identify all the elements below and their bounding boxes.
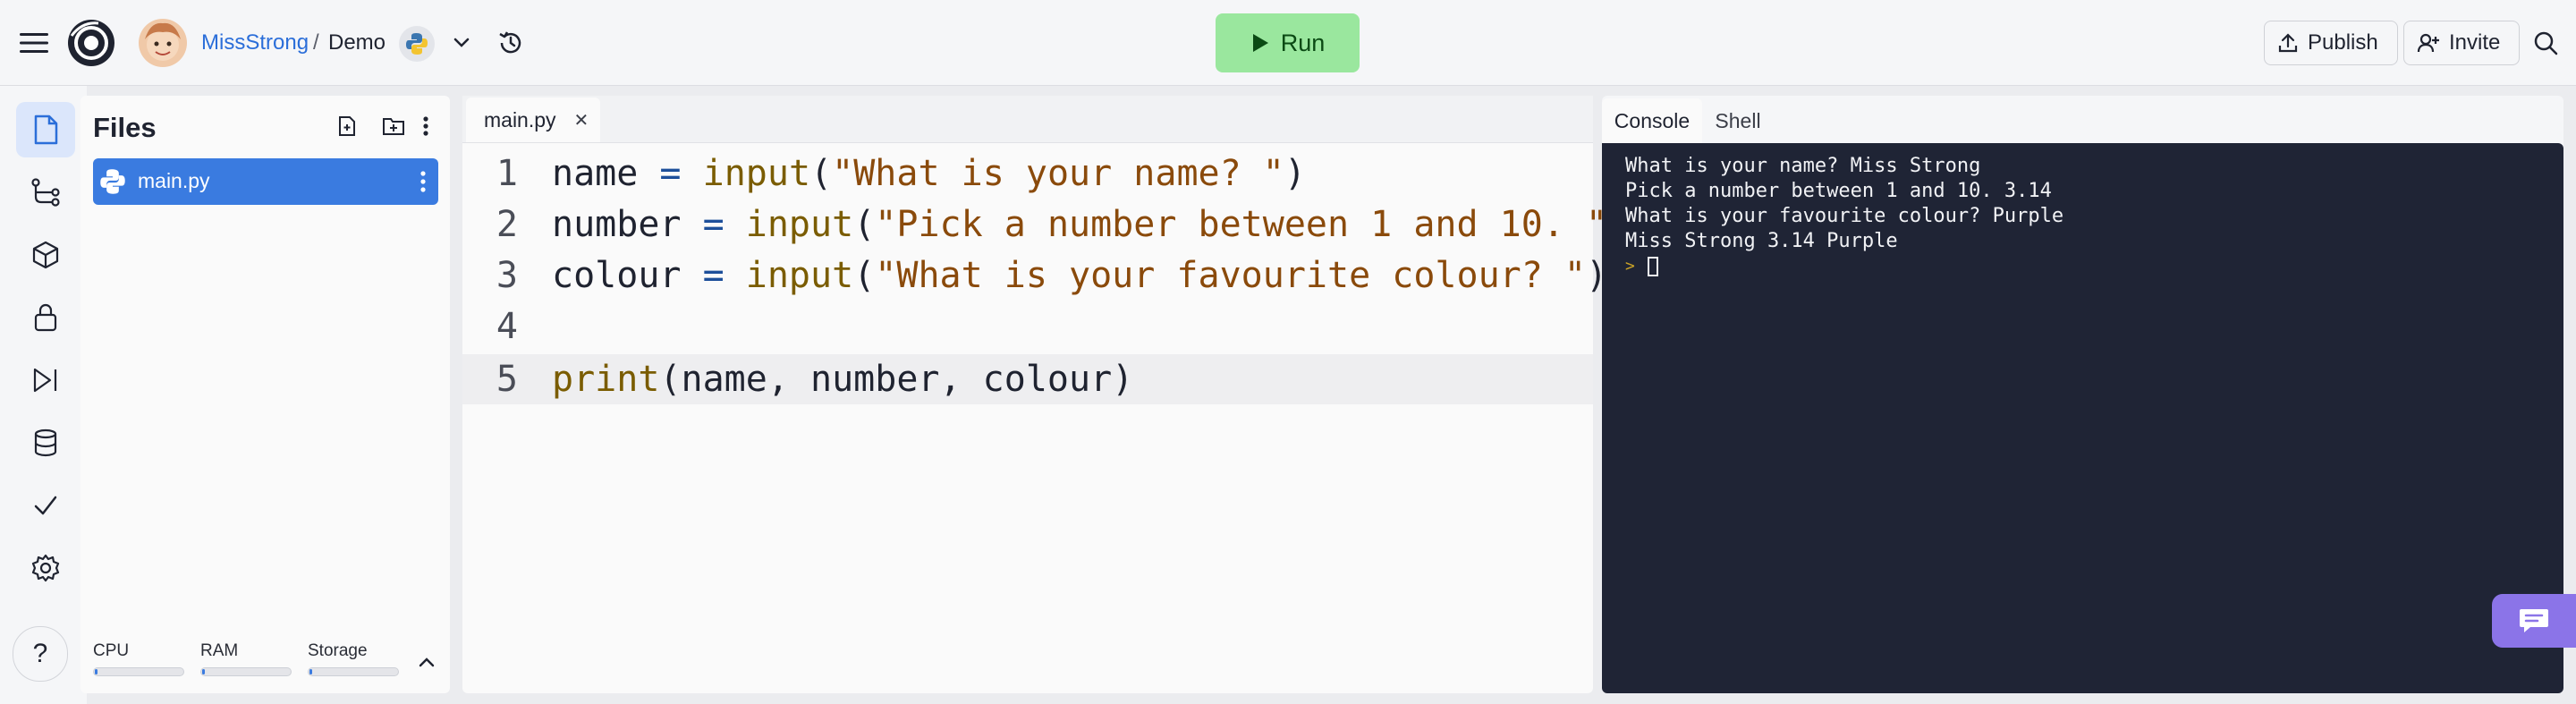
owner-link[interactable]: MissStrong bbox=[201, 30, 309, 56]
line-number: 4 bbox=[496, 306, 518, 347]
publish-button[interactable]: Publish bbox=[2264, 21, 2398, 65]
upload-icon bbox=[2278, 33, 2298, 53]
invite-button[interactable]: Invite bbox=[2403, 21, 2520, 65]
new-file-icon[interactable] bbox=[335, 114, 360, 139]
invite-label: Invite bbox=[2449, 30, 2501, 55]
packages-icon[interactable] bbox=[16, 227, 75, 283]
code-line-3[interactable]: 3 colour = input("What is your favourite… bbox=[462, 250, 1607, 301]
ram-meter bbox=[200, 667, 292, 676]
lock-icon[interactable] bbox=[16, 290, 75, 345]
run-label: Run bbox=[1280, 29, 1326, 56]
cpu-meter bbox=[93, 667, 184, 676]
settings-gear-icon[interactable] bbox=[16, 540, 75, 596]
add-user-icon bbox=[2417, 33, 2439, 53]
replit-logo-icon[interactable] bbox=[66, 18, 116, 68]
play-icon bbox=[1252, 34, 1268, 52]
top-bar: MissStrong / Demo Run Publish Invite bbox=[0, 0, 2576, 86]
run-button[interactable]: Run bbox=[1216, 13, 1360, 72]
editor-panel: main.py ✕ 1 name = input("What is your n… bbox=[462, 96, 1629, 693]
code-line-4[interactable]: 4 bbox=[462, 301, 1593, 352]
publish-label: Publish bbox=[2308, 30, 2378, 55]
file-name: main.py bbox=[138, 169, 210, 192]
breadcrumb-separator: / bbox=[313, 30, 319, 55]
chevron-up-icon[interactable] bbox=[413, 649, 440, 675]
code-line-2[interactable]: 2 number = input("Pick a number between … bbox=[462, 199, 1629, 250]
database-icon[interactable] bbox=[16, 415, 75, 471]
prompt-chevron: > bbox=[1625, 257, 1635, 276]
console-panel: Console Shell What is your name? Miss St… bbox=[1602, 96, 2563, 693]
line-number: 2 bbox=[496, 204, 518, 245]
files-icon[interactable] bbox=[16, 102, 75, 157]
tab-shell[interactable]: Shell bbox=[1702, 98, 1774, 143]
version-control-icon[interactable] bbox=[16, 165, 75, 220]
tab-label: main.py bbox=[484, 107, 556, 131]
console-output[interactable]: What is your name? Miss Strong Pick a nu… bbox=[1602, 143, 2563, 693]
chevron-down-icon[interactable] bbox=[447, 29, 476, 57]
cpu-label: CPU bbox=[93, 641, 130, 660]
file-item-main-py[interactable]: main.py bbox=[93, 158, 438, 205]
code-line-5[interactable]: 5 print(name, number, colour) bbox=[462, 354, 1593, 404]
file-more-icon[interactable] bbox=[420, 170, 426, 193]
ram-label: RAM bbox=[200, 641, 239, 660]
code-line-1[interactable]: 1 name = input("What is your name? ") bbox=[462, 148, 1593, 199]
storage-label: Storage bbox=[308, 641, 368, 660]
feedback-chat-icon[interactable] bbox=[2492, 594, 2576, 648]
files-title: Files bbox=[93, 112, 157, 143]
console-line: Miss Strong 3.14 Purple bbox=[1625, 230, 1898, 252]
new-folder-icon[interactable] bbox=[379, 114, 408, 139]
workflows-icon[interactable] bbox=[16, 352, 75, 408]
storage-meter bbox=[308, 667, 399, 676]
tab-console[interactable]: Console bbox=[1602, 98, 1702, 143]
more-options-icon[interactable] bbox=[417, 114, 435, 139]
console-prompt-row[interactable]: > bbox=[1625, 254, 2063, 279]
python-language-icon[interactable] bbox=[399, 26, 435, 62]
left-rail: ? bbox=[0, 86, 87, 704]
code-text: name = input("What is your name? ") bbox=[552, 153, 1306, 194]
console-line: What is your name? Miss Strong bbox=[1625, 155, 1981, 177]
history-icon[interactable] bbox=[493, 25, 529, 61]
close-icon[interactable]: ✕ bbox=[574, 109, 589, 131]
tab-main-py[interactable]: main.py ✕ bbox=[466, 98, 600, 142]
help-icon[interactable]: ? bbox=[13, 626, 68, 682]
menu-icon[interactable] bbox=[16, 27, 52, 59]
editor-tab-bar bbox=[462, 96, 1593, 143]
line-number: 1 bbox=[496, 153, 518, 194]
line-number: 3 bbox=[496, 255, 518, 296]
repl-name[interactable]: Demo bbox=[328, 30, 386, 56]
line-number: 5 bbox=[496, 359, 518, 400]
avatar[interactable] bbox=[138, 18, 188, 68]
terminal-cursor bbox=[1647, 257, 1658, 276]
code-text: number = input("Pick a number between 1 … bbox=[552, 204, 1629, 245]
code-text: print(name, number, colour) bbox=[552, 359, 1134, 400]
console-line: What is your favourite colour? Purple bbox=[1625, 205, 2064, 227]
checkmark-icon[interactable] bbox=[16, 478, 75, 533]
search-icon[interactable] bbox=[2528, 25, 2563, 61]
console-line: Pick a number between 1 and 10. 3.14 bbox=[1625, 180, 2052, 202]
files-panel: Files main.py CPU RAM Storage bbox=[80, 96, 450, 693]
code-text: colour = input("What is your favourite c… bbox=[552, 255, 1608, 296]
python-icon bbox=[98, 167, 127, 196]
